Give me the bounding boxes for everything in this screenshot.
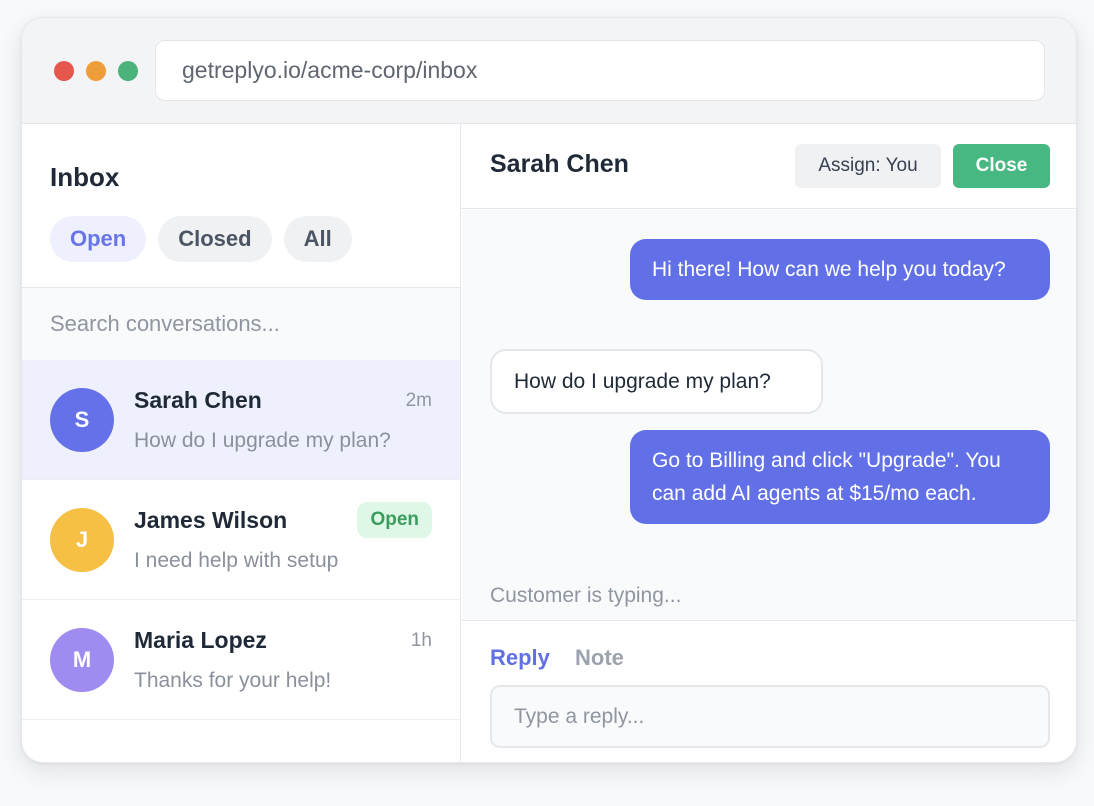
tab-reply[interactable]: Reply	[490, 645, 550, 671]
conversation-item[interactable]: M Maria Lopez Thanks for your help! 1h	[22, 600, 460, 720]
inbox-title: Inbox	[50, 162, 120, 192]
close-conversation-button[interactable]: Close	[953, 144, 1050, 188]
conversation-name: James Wilson	[134, 507, 288, 533]
close-window-dot[interactable]	[54, 61, 74, 81]
conversation-time: 2m	[405, 390, 432, 411]
tab-note[interactable]: Note	[575, 645, 624, 671]
assign-button[interactable]: Assign: You	[795, 144, 941, 188]
conversation-preview: I need help with setup	[134, 549, 339, 572]
search-input[interactable]	[50, 311, 430, 337]
agent-message: Hi there! How can we help you today?	[630, 239, 1050, 300]
filter-tab-closed[interactable]: Closed	[158, 216, 272, 262]
message-thread: Hi there! How can we help you today? How…	[462, 210, 1076, 620]
agent-message: Go to Billing and click "Upgrade". You c…	[630, 430, 1050, 524]
reply-composer: Reply Note	[462, 620, 1076, 762]
search-row	[22, 287, 460, 360]
chat-title: Sarah Chen	[490, 150, 629, 178]
filter-tabs: Open Closed All	[50, 216, 352, 262]
conversation-name: Sarah Chen	[134, 387, 262, 413]
browser-titlebar: getreplyo.io/acme-corp/inbox	[22, 18, 1076, 124]
filter-tab-open[interactable]: Open	[50, 216, 147, 262]
conversation-name: Maria Lopez	[134, 627, 267, 653]
maximize-window-dot[interactable]	[118, 61, 138, 81]
customer-message: How do I upgrade my plan?	[490, 349, 823, 414]
avatar: S	[50, 388, 114, 452]
reply-input[interactable]	[490, 685, 1050, 748]
filter-tab-all[interactable]: All	[283, 216, 352, 262]
conversation-preview: How do I upgrade my plan?	[134, 429, 391, 452]
address-bar[interactable]: getreplyo.io/acme-corp/inbox	[155, 40, 1045, 101]
inbox-sidebar: Inbox Open Closed All S Sarah Chen How d…	[22, 124, 461, 762]
chat-header: Sarah Chen Assign: You Close	[462, 124, 1076, 209]
conversation-time: 1h	[410, 630, 432, 651]
typing-indicator: Customer is typing...	[490, 584, 682, 607]
browser-window: getreplyo.io/acme-corp/inbox Inbox Open …	[21, 17, 1077, 763]
avatar: J	[50, 508, 114, 572]
status-badge: Open	[357, 502, 432, 538]
conversation-panel: Sarah Chen Assign: You Close Hi there! H…	[462, 124, 1076, 762]
avatar: M	[50, 628, 114, 692]
conversation-preview: Thanks for your help!	[134, 669, 332, 692]
conversation-item[interactable]: S Sarah Chen How do I upgrade my plan? 2…	[22, 360, 460, 480]
conversation-list: S Sarah Chen How do I upgrade my plan? 2…	[22, 360, 460, 720]
minimize-window-dot[interactable]	[86, 61, 106, 81]
conversation-item[interactable]: J James Wilson I need help with setup Op…	[22, 480, 460, 600]
address-bar-url: getreplyo.io/acme-corp/inbox	[182, 57, 478, 83]
